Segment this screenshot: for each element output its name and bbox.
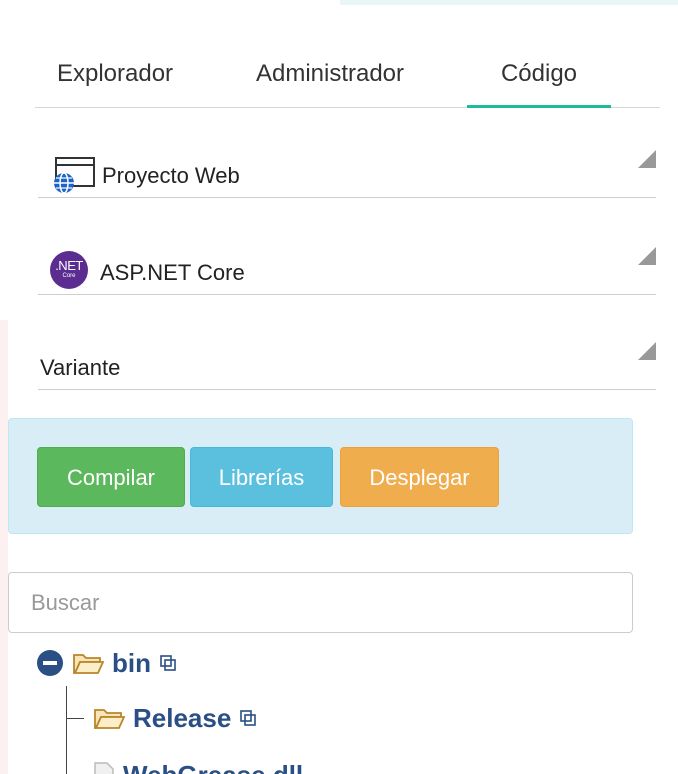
dotnet-core-icon: .NET Core — [50, 251, 88, 289]
dropdown-caret-icon — [638, 150, 656, 168]
top-tint-strip — [340, 0, 678, 5]
search-input[interactable] — [8, 572, 633, 633]
tab-administrador[interactable]: Administrador — [225, 50, 435, 108]
variant-select[interactable]: Variante — [38, 330, 656, 390]
folder-open-icon — [93, 706, 126, 730]
tree-connector-line — [66, 718, 84, 719]
web-project-icon — [50, 156, 98, 194]
copy-path-icon[interactable] — [159, 654, 177, 672]
tree-label-release[interactable]: Release — [133, 703, 231, 734]
project-type-value: Proyecto Web — [102, 163, 240, 188]
dropdown-caret-icon — [638, 342, 656, 360]
framework-select[interactable]: .NET Core ASP.NET Core — [38, 235, 656, 295]
tree-node-release: Release — [93, 701, 257, 735]
compile-button[interactable]: Compilar — [37, 447, 185, 507]
dotnet-icon-subtext: Core — [62, 273, 76, 279]
tree-node-webgrease: WebGrease.dll — [93, 758, 303, 774]
dropdown-caret-icon — [638, 247, 656, 265]
tree-connector-line — [66, 686, 67, 774]
left-tint-strip — [0, 320, 8, 774]
tree-node-bin: bin — [36, 646, 177, 680]
tree-label-webgrease[interactable]: WebGrease.dll — [123, 760, 303, 774]
copy-path-icon[interactable] — [239, 709, 257, 727]
project-type-select[interactable]: Proyecto Web — [38, 138, 656, 198]
dotnet-icon-text: .NET — [55, 258, 83, 273]
collapse-icon[interactable] — [36, 649, 64, 677]
deploy-button[interactable]: Desplegar — [340, 447, 499, 507]
actions-panel: Compilar Librerías Desplegar — [8, 418, 633, 534]
libraries-button[interactable]: Librerías — [190, 447, 333, 507]
tree-label-bin[interactable]: bin — [112, 648, 151, 679]
variant-value: Variante — [40, 355, 121, 380]
tab-explorador[interactable]: Explorador — [35, 50, 195, 108]
tab-codigo[interactable]: Código — [467, 50, 611, 108]
file-icon — [93, 762, 115, 774]
tab-bar: Explorador Administrador Código — [35, 50, 660, 108]
framework-value: ASP.NET Core — [100, 260, 245, 285]
folder-open-icon — [72, 651, 105, 675]
code-panel: Explorador Administrador Código Proyecto… — [0, 0, 678, 774]
